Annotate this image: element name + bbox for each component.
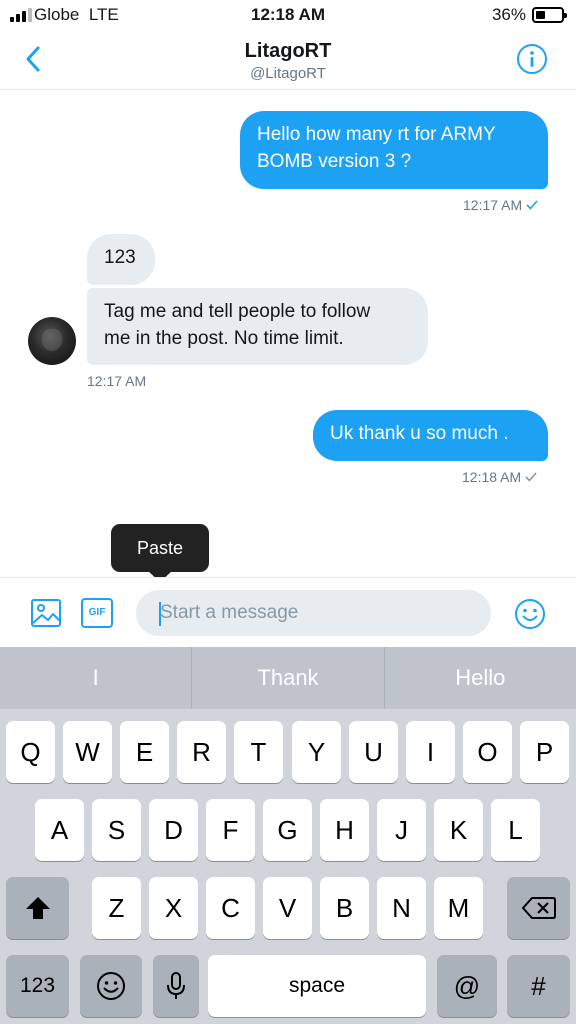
key-t[interactable]: T — [234, 721, 283, 783]
key-u[interactable]: U — [349, 721, 398, 783]
status-bar: Globe LTE 12:18 AM 36% — [0, 0, 576, 30]
key-p[interactable]: P — [520, 721, 569, 783]
key-s[interactable]: S — [92, 799, 141, 861]
incoming-message-bubble[interactable]: Tag me and tell people to follow me in t… — [87, 288, 428, 365]
shift-key[interactable] — [6, 877, 69, 939]
message-text-line: Hello how many rt for ARMY — [257, 124, 496, 145]
suggestion-item[interactable]: Thank — [192, 647, 383, 709]
key-a[interactable]: A — [35, 799, 84, 861]
message-text: Uk thank u so much . — [330, 423, 509, 444]
conversation-name[interactable]: LitagoRT — [0, 40, 576, 63]
key-n[interactable]: N — [377, 877, 426, 939]
info-icon — [517, 44, 547, 74]
photo-button[interactable] — [30, 598, 62, 628]
space-key[interactable]: space — [208, 955, 426, 1017]
conversation-header: LitagoRT @LitagoRT — [0, 30, 576, 90]
key-x[interactable]: X — [149, 877, 198, 939]
key-i[interactable]: I — [406, 721, 455, 783]
predictive-bar: I Thank Hello — [0, 647, 576, 709]
key-g[interactable]: G — [263, 799, 312, 861]
suggestion-item[interactable]: I — [0, 647, 191, 709]
message-text-line: BOMB version 3 ? — [257, 151, 412, 172]
message-timestamp: 12:17 AM — [463, 197, 538, 213]
microphone-icon — [167, 972, 185, 999]
checkmark-icon — [526, 200, 538, 210]
status-time: 12:18 AM — [250, 5, 325, 24]
key-w[interactable]: W — [63, 721, 112, 783]
key-v[interactable]: V — [263, 877, 312, 939]
key-z[interactable]: Z — [92, 877, 141, 939]
battery-icon — [532, 7, 567, 23]
message-text: 123 — [104, 247, 136, 268]
message-input[interactable] — [136, 590, 491, 636]
key-j[interactable]: J — [377, 799, 426, 861]
keyboard: I Thank Hello Q W E R T Y U I O P A S D … — [0, 647, 576, 1024]
numbers-key[interactable]: 123 — [6, 955, 69, 1017]
hash-key[interactable]: # — [507, 955, 570, 1017]
suggestion-item[interactable]: Hello — [385, 647, 576, 709]
key-q[interactable]: Q — [6, 721, 55, 783]
key-d[interactable]: D — [149, 799, 198, 861]
key-y[interactable]: Y — [292, 721, 341, 783]
paste-button[interactable]: Paste — [111, 524, 209, 582]
shift-arrow-icon — [25, 897, 50, 919]
delete-key[interactable] — [507, 877, 570, 939]
backspace-icon — [521, 897, 556, 919]
conversation-handle: @LitagoRT — [250, 65, 326, 82]
key-k[interactable]: K — [434, 799, 483, 861]
message-timestamp: 12:18 AM — [462, 469, 537, 485]
key-e[interactable]: E — [120, 721, 169, 783]
key-m[interactable]: M — [434, 877, 483, 939]
battery-percentage: 36% — [491, 5, 526, 24]
image-icon — [31, 599, 61, 627]
text-cursor — [159, 602, 161, 626]
message-text-line: Tag me and tell people to follow — [104, 301, 371, 322]
info-button[interactable] — [516, 43, 548, 75]
smiley-icon — [97, 972, 125, 1000]
message-timestamp: 12:17 AM — [87, 373, 147, 389]
key-l[interactable]: L — [491, 799, 540, 861]
outgoing-message-bubble[interactable]: Uk thank u so much . — [313, 410, 548, 461]
emoji-key[interactable] — [80, 955, 142, 1017]
sender-avatar[interactable] — [28, 317, 76, 365]
checkmark-icon — [525, 472, 537, 482]
incoming-message-bubble[interactable]: 123 — [87, 234, 155, 285]
gif-button[interactable]: GIF — [81, 598, 113, 628]
emoji-button[interactable] — [514, 598, 546, 630]
key-h[interactable]: H — [320, 799, 369, 861]
outgoing-message-bubble[interactable]: Hello how many rt for ARMY BOMB version … — [240, 111, 548, 189]
message-composer: GIF — [0, 577, 576, 647]
key-c[interactable]: C — [206, 877, 255, 939]
smiley-icon — [515, 599, 545, 629]
key-o[interactable]: O — [463, 721, 512, 783]
at-key[interactable]: @ — [437, 955, 497, 1017]
message-text-line: me in the post. No time limit. — [104, 328, 344, 349]
key-f[interactable]: F — [206, 799, 255, 861]
dictation-key[interactable] — [153, 955, 199, 1017]
key-r[interactable]: R — [177, 721, 226, 783]
key-b[interactable]: B — [320, 877, 369, 939]
